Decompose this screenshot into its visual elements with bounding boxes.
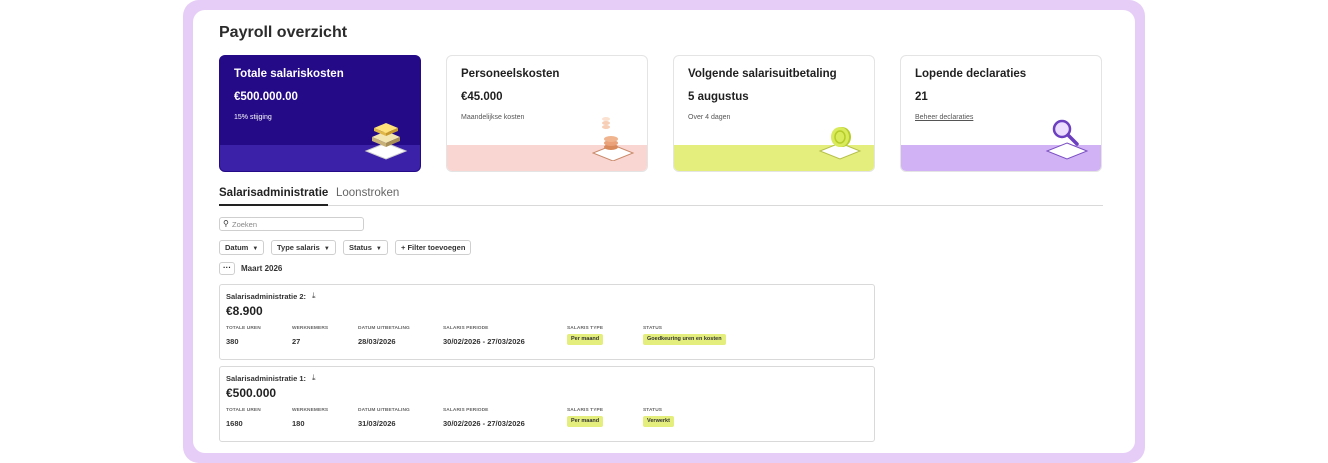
caret-down-icon: ▼ <box>323 246 330 252</box>
more-options-button[interactable]: ··· <box>219 262 235 275</box>
caret-down-icon: ▼ <box>252 246 259 252</box>
magnifier-icon <box>1045 119 1089 160</box>
month-heading: Maart 2026 <box>241 264 283 273</box>
value-payment-date: 28/03/2026 <box>358 337 396 346</box>
card-title: Totale salariskosten <box>234 68 344 80</box>
card-value: 5 augustus <box>688 91 749 103</box>
salary-type-badge: Per maand <box>567 334 604 345</box>
value-employees: 27 <box>292 337 301 346</box>
caret-down-icon: ▼ <box>375 246 382 252</box>
label-payment-date: DATUM UITBETALING <box>358 408 410 413</box>
value-payment-date: 31/03/2026 <box>358 419 396 428</box>
filter-type-salaris[interactable]: Type salaris ▼ <box>271 240 336 255</box>
card-next-payment[interactable]: Volgende salarisuitbetaling 5 augustus O… <box>673 55 875 172</box>
manage-declarations-link[interactable]: Beheer declaraties <box>915 114 973 121</box>
label-status: STATUS <box>643 326 663 331</box>
card-total-salary-costs[interactable]: Totale salariskosten €500.000.00 15% sti… <box>219 55 421 172</box>
filter-label: Datum <box>225 243 249 252</box>
label-total-hours: TOTALE UREN <box>226 326 261 331</box>
layers-icon <box>364 123 408 160</box>
value-salary-period: 30/02/2026 - 27/03/2026 <box>443 337 525 346</box>
label-total-hours: TOTALE UREN <box>226 408 261 413</box>
card-value: €45.000 <box>461 91 503 103</box>
filter-datum[interactable]: Datum ▼ <box>219 240 265 255</box>
value-employees: 180 <box>292 419 305 428</box>
card-subtitle: Maandelijkse kosten <box>461 114 525 121</box>
label-salary-type: SALARIS TYPE <box>567 408 604 413</box>
run-amount: €500.000 <box>226 386 277 400</box>
page-title: Payroll overzicht <box>219 24 348 41</box>
card-subtitle: Over 4 dagen <box>688 114 731 121</box>
payroll-run-card[interactable]: Salarisadministratie 1: ⤓ €500.000 TOTAL… <box>219 366 875 442</box>
add-filter-button[interactable]: + Filter toevoegen <box>395 240 472 255</box>
label-salary-period: SALARIS PERIODE <box>443 326 489 331</box>
tab-loonstroken[interactable]: Loonstroken <box>336 187 399 204</box>
label-salary-type: SALARIS TYPE <box>567 326 604 331</box>
card-title: Volgende salarisuitbetaling <box>688 68 837 80</box>
run-title: Salarisadministratie 1: <box>226 374 307 383</box>
run-amount: €8.900 <box>226 304 263 318</box>
label-employees: WERKNEMERS <box>292 408 329 413</box>
search-icon: ⚲ <box>223 219 229 228</box>
salary-type-badge: Per maand <box>567 416 604 427</box>
add-filter-label: Filter toevoegen <box>407 243 466 252</box>
search-placeholder: Zoeken <box>232 220 258 229</box>
download-icon[interactable]: ⤓ <box>312 291 316 301</box>
value-total-hours: 380 <box>226 337 239 346</box>
tab-bar: Salarisadministratie Loonstroken <box>219 187 1103 206</box>
status-badge: Verwerkt <box>643 416 674 427</box>
coins-icon <box>591 117 635 161</box>
label-employees: WERKNEMERS <box>292 326 329 331</box>
card-title: Lopende declaraties <box>915 68 1027 80</box>
value-salary-period: 30/02/2026 - 27/03/2026 <box>443 419 525 428</box>
filter-label: Status <box>349 243 372 252</box>
value-total-hours: 1680 <box>226 419 243 428</box>
coin-icon <box>818 127 862 160</box>
card-personnel-costs[interactable]: Personeelskosten €45.000 Maandelijkse ko… <box>446 55 648 172</box>
payroll-panel: Payroll overzicht Totale salariskosten €… <box>193 10 1135 453</box>
status-badge: Goedkeuring uren en kosten <box>643 334 726 345</box>
payroll-run-card[interactable]: Salarisadministratie 2: ⤓ €8.900 TOTALE … <box>219 284 875 360</box>
download-icon[interactable]: ⤓ <box>312 373 316 383</box>
tab-salarisadministratie[interactable]: Salarisadministratie <box>219 187 329 206</box>
filter-status[interactable]: Status ▼ <box>343 240 388 255</box>
run-title: Salarisadministratie 2: <box>226 292 307 301</box>
filter-label: Type salaris <box>277 243 320 252</box>
card-title: Personeelskosten <box>461 68 560 80</box>
card-value: 21 <box>915 91 928 103</box>
label-status: STATUS <box>643 408 663 413</box>
label-payment-date: DATUM UITBETALING <box>358 326 410 331</box>
card-open-declarations[interactable]: Lopende declaraties 21 Beheer declaratie… <box>900 55 1102 172</box>
label-salary-period: SALARIS PERIODE <box>443 408 489 413</box>
card-subtitle: 15% stijging <box>234 114 272 121</box>
card-value: €500.000.00 <box>234 91 298 103</box>
search-input[interactable]: ⚲ Zoeken <box>219 217 364 231</box>
